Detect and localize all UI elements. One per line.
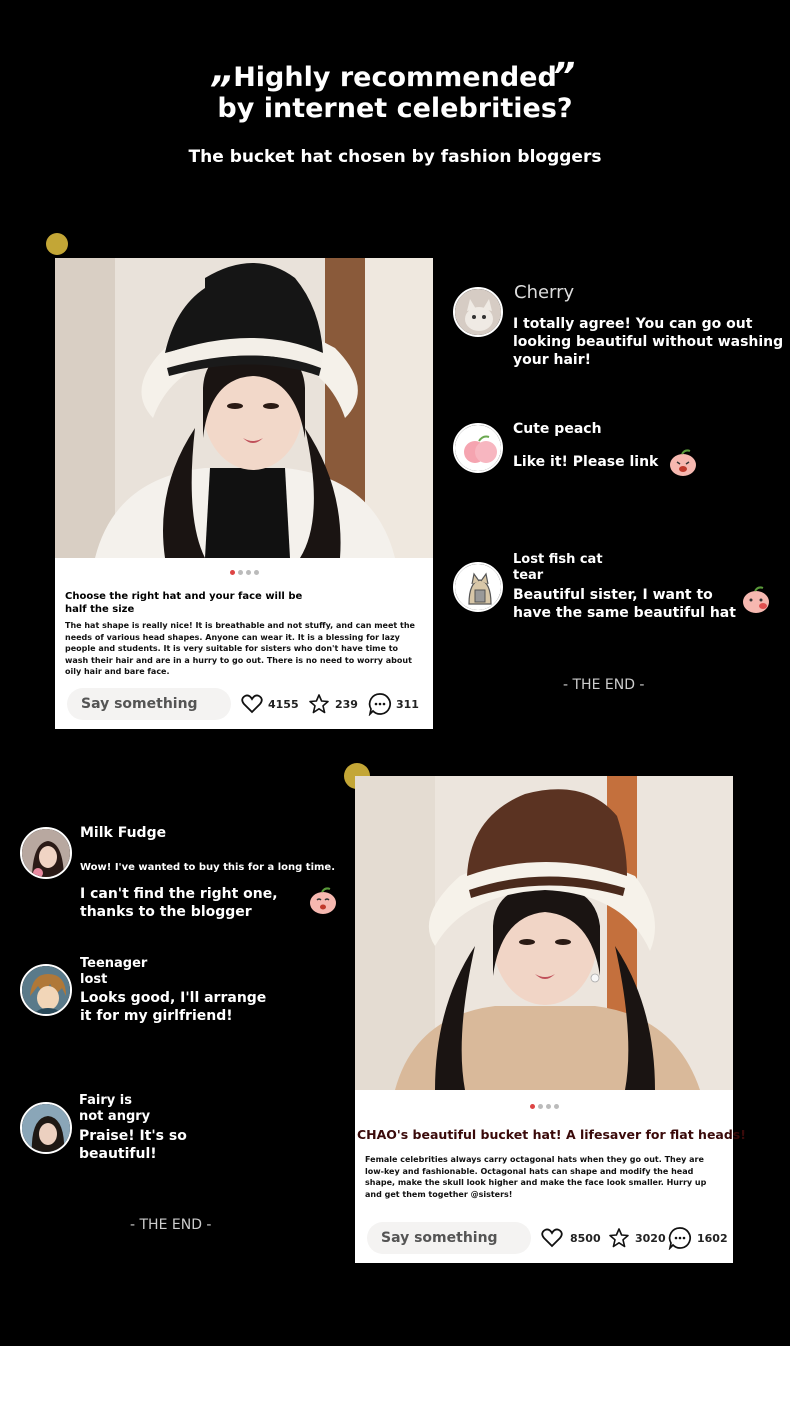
image-pager[interactable] <box>530 1104 559 1109</box>
like-count: 4155 <box>268 698 299 711</box>
pager-dot-active <box>530 1104 535 1109</box>
cat-avatar-image <box>455 289 501 335</box>
girl-avatar-image <box>22 829 70 877</box>
like-count: 8500 <box>570 1232 601 1245</box>
post-title-1: Choose the right hat and your face will … <box>65 591 303 615</box>
woman-avatar-image <box>22 1104 70 1152</box>
pager-dot <box>538 1104 543 1109</box>
commenter-name: Cute peach <box>513 421 602 437</box>
accent-dot <box>46 233 68 255</box>
comment-text-small: Wow! I've wanted to buy this for a long … <box>80 862 335 873</box>
pager-dot <box>238 570 243 575</box>
post-card-1: Choose the right hat and your face will … <box>55 258 433 729</box>
post-title-2: CHAO's beautiful bucket hat! A lifesaver… <box>357 1127 746 1142</box>
favorite-count: 239 <box>335 698 358 711</box>
heart-icon[interactable] <box>241 694 263 714</box>
commenter-name: Fairy is not angry <box>79 1093 151 1124</box>
comment-input[interactable]: Say something <box>367 1222 531 1254</box>
anime-boy-avatar-image <box>22 966 70 1014</box>
post-card-2: CHAO's beautiful bucket hat! A lifesaver… <box>355 776 746 1263</box>
pager-dot <box>546 1104 551 1109</box>
post-photo-1[interactable] <box>55 258 433 558</box>
commenter-name: Teenager lost <box>80 956 148 987</box>
commenter-name: Lost fish cat tear <box>513 552 603 583</box>
comment-text: Praise! It's so beautiful! <box>79 1128 187 1162</box>
post-photo-2[interactable] <box>355 776 733 1090</box>
pager-dot <box>554 1104 559 1109</box>
woman-black-bucket-hat-image <box>55 258 433 558</box>
headline-line-2: by internet celebrities? <box>217 93 573 124</box>
the-end-label: - THE END - <box>563 677 645 693</box>
avatar[interactable] <box>453 423 503 473</box>
headline-line-1: Highly recommended <box>233 62 557 93</box>
avatar[interactable] <box>453 562 503 612</box>
commenter-name: Milk Fudge <box>80 825 167 841</box>
pager-dot-active <box>230 570 235 575</box>
comment-bubble-icon[interactable] <box>668 1226 692 1250</box>
image-pager[interactable] <box>230 570 259 575</box>
subtitle: The bucket hat chosen by fashion blogger… <box>188 147 602 167</box>
comment-text: Looks good, I'll arrange it for my girlf… <box>80 990 267 1024</box>
comment-text: I totally agree! You can go out looking … <box>513 316 784 368</box>
heart-icon[interactable] <box>541 1228 563 1248</box>
star-icon[interactable] <box>308 693 330 715</box>
comment-count: 1602 <box>697 1232 728 1245</box>
avatar[interactable] <box>20 1102 72 1154</box>
comment-text: Beautiful sister, I want to have the sam… <box>513 587 736 621</box>
avatar[interactable] <box>20 964 72 1016</box>
peach-emoji-icon <box>310 887 336 914</box>
cartoon-cat-avatar-image <box>455 564 501 610</box>
pager-dot <box>254 570 259 575</box>
star-icon[interactable] <box>608 1227 630 1249</box>
peach-emoji-icon <box>670 449 696 476</box>
pager-dot <box>246 570 251 575</box>
avatar[interactable] <box>20 827 72 879</box>
avatar[interactable] <box>453 287 503 337</box>
post-body-2: Female celebrities always carry octagona… <box>365 1155 707 1199</box>
woman-brown-bucket-hat-image <box>355 776 733 1090</box>
post-body-1: The hat shape is really nice! It is brea… <box>65 621 415 676</box>
the-end-label: - THE END - <box>130 1217 212 1233</box>
favorite-count: 3020 <box>635 1232 666 1245</box>
comment-bubble-icon[interactable] <box>368 692 392 716</box>
comment-input[interactable]: Say something <box>67 688 231 720</box>
comment-text: I can't find the right one, thanks to th… <box>80 886 278 920</box>
dark-panel: „ ” Highly recommended by internet celeb… <box>0 0 790 1346</box>
commenter-name: Cherry <box>514 282 575 303</box>
peach-avatar-image <box>455 425 501 471</box>
peach-emoji-icon <box>743 586 769 613</box>
comment-count: 311 <box>396 698 419 711</box>
